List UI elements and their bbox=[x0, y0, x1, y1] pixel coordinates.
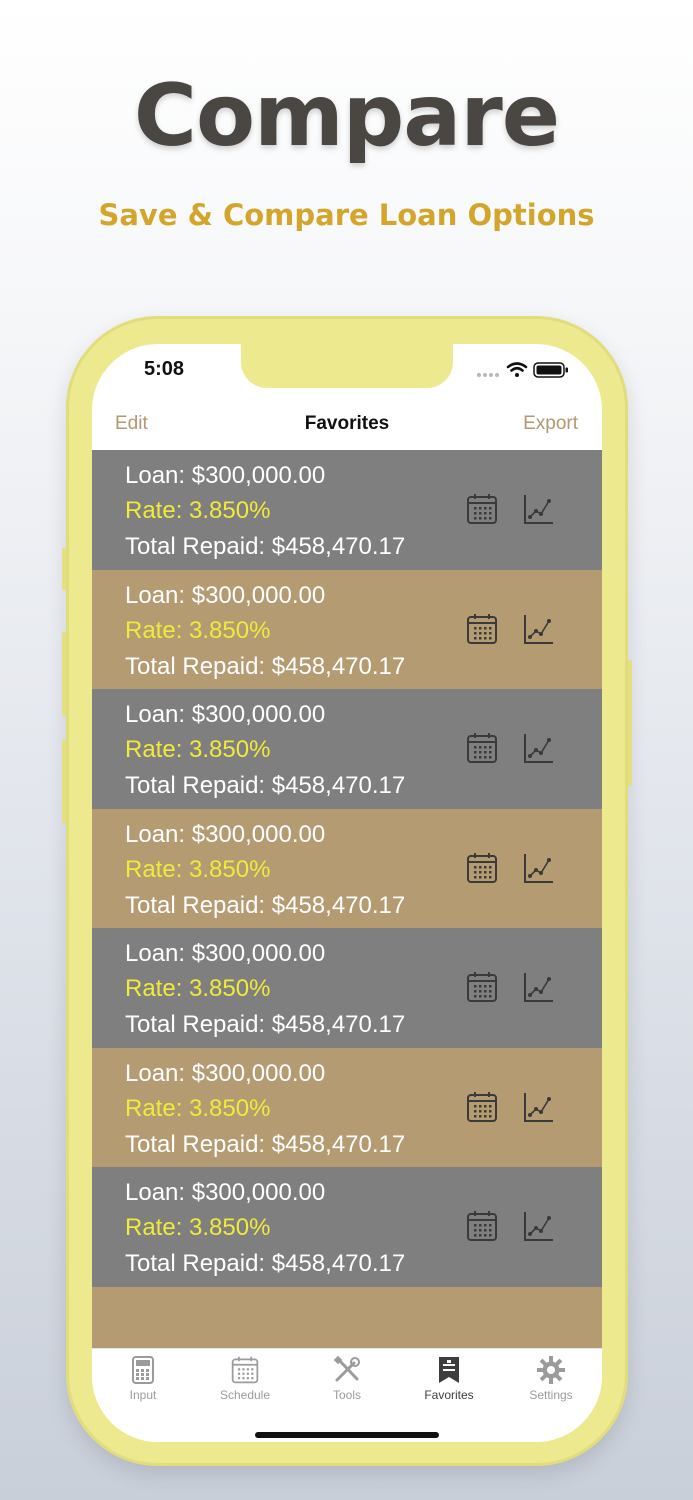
loan-rate: Rate: 3.850% bbox=[125, 497, 271, 524]
tab-label: Input bbox=[129, 1388, 157, 1402]
favorite-row[interactable]: Loan: $300,000.00 Rate: 3.850% Total Rep… bbox=[92, 1047, 602, 1167]
bookmark-icon bbox=[398, 1355, 500, 1385]
navigation-bar: Edit Favorites Export bbox=[92, 400, 602, 450]
loan-rate: Rate: 3.850% bbox=[125, 1214, 271, 1241]
favorite-row[interactable]: Loan: $300,000.00 Rate: 3.850% Total Rep… bbox=[92, 689, 602, 809]
total-repaid: Total Repaid: $458,470.17 bbox=[125, 652, 406, 680]
phone-screen: 5:08 Edit Favorites Export Loan: $300,00… bbox=[92, 344, 602, 1442]
volume-up-button bbox=[62, 632, 66, 716]
gear-icon bbox=[500, 1355, 602, 1385]
total-repaid: Total Repaid: $458,470.17 bbox=[125, 1250, 406, 1277]
loan-amount: Loan: $300,000.00 bbox=[125, 581, 326, 609]
calendar-icon[interactable] bbox=[465, 492, 499, 526]
tab-tools[interactable]: Tools bbox=[296, 1355, 398, 1415]
loan-rate: Rate: 3.850% bbox=[125, 616, 271, 644]
chart-icon[interactable] bbox=[522, 492, 556, 526]
loan-rate: Rate: 3.850% bbox=[125, 736, 271, 763]
favorites-list: Loan: $300,000.00 Rate: 3.850% Total Rep… bbox=[92, 450, 602, 1348]
calendar-icon[interactable] bbox=[465, 970, 499, 1004]
loan-rate: Rate: 3.850% bbox=[125, 975, 271, 1002]
chart-icon[interactable] bbox=[522, 612, 556, 646]
promo-headline: Compare bbox=[133, 66, 560, 166]
battery-icon bbox=[533, 362, 568, 378]
calendar-icon bbox=[194, 1355, 296, 1385]
loan-rate: Rate: 3.850% bbox=[125, 1094, 271, 1122]
calendar-icon[interactable] bbox=[465, 851, 499, 885]
total-repaid: Total Repaid: $458,470.17 bbox=[125, 1011, 406, 1038]
tab-favorites[interactable]: Favorites bbox=[398, 1355, 500, 1415]
calculator-icon bbox=[92, 1355, 194, 1385]
total-repaid: Total Repaid: $458,470.17 bbox=[125, 533, 406, 560]
tab-label: Tools bbox=[332, 1388, 361, 1402]
chart-icon[interactable] bbox=[522, 1209, 556, 1243]
chart-icon[interactable] bbox=[522, 1090, 556, 1124]
export-button[interactable]: Export bbox=[523, 413, 578, 435]
tab-bar: Input Schedule Tools Favorites Settings bbox=[92, 1348, 602, 1442]
calendar-icon[interactable] bbox=[465, 731, 499, 765]
power-button bbox=[628, 660, 632, 786]
loan-amount: Loan: $300,000.00 bbox=[125, 940, 326, 967]
favorite-row[interactable]: Loan: $300,000.00 Rate: 3.850% Total Rep… bbox=[92, 808, 602, 928]
loan-amount: Loan: $300,000.00 bbox=[125, 1059, 326, 1087]
wifi-icon bbox=[506, 362, 528, 377]
calendar-icon[interactable] bbox=[465, 1209, 499, 1243]
home-indicator[interactable] bbox=[255, 1432, 439, 1438]
tab-schedule[interactable]: Schedule bbox=[194, 1355, 296, 1415]
chart-icon[interactable] bbox=[522, 851, 556, 885]
favorite-row[interactable]: Loan: $300,000.00 Rate: 3.850% Total Rep… bbox=[92, 450, 602, 570]
favorite-row[interactable]: Loan: $300,000.00 Rate: 3.850% Total Rep… bbox=[92, 1167, 602, 1287]
calendar-icon[interactable] bbox=[465, 1090, 499, 1124]
total-repaid: Total Repaid: $458,470.17 bbox=[125, 1130, 406, 1158]
promo-subheadline: Save & Compare Loan Options bbox=[98, 198, 595, 232]
tab-label: Settings bbox=[529, 1388, 573, 1402]
tools-icon bbox=[296, 1355, 398, 1385]
chart-icon[interactable] bbox=[522, 731, 556, 765]
calendar-icon[interactable] bbox=[465, 612, 499, 646]
tab-label: Schedule bbox=[219, 1388, 271, 1402]
tab-input[interactable]: Input bbox=[92, 1355, 194, 1415]
signal-icon bbox=[477, 373, 499, 377]
loan-amount: Loan: $300,000.00 bbox=[125, 820, 326, 848]
favorite-row[interactable]: Loan: $300,000.00 Rate: 3.850% Total Rep… bbox=[92, 928, 602, 1048]
status-icons bbox=[476, 360, 572, 380]
favorite-row[interactable]: Loan: $300,000.00 Rate: 3.850% Total Rep… bbox=[92, 569, 602, 689]
tab-label: Favorites bbox=[424, 1388, 474, 1402]
loan-rate: Rate: 3.850% bbox=[125, 855, 271, 883]
loan-amount: Loan: $300,000.00 bbox=[125, 462, 326, 489]
loan-amount: Loan: $300,000.00 bbox=[125, 701, 326, 728]
chart-icon[interactable] bbox=[522, 970, 556, 1004]
total-repaid: Total Repaid: $458,470.17 bbox=[125, 891, 406, 919]
total-repaid: Total Repaid: $458,470.17 bbox=[125, 772, 406, 799]
notch bbox=[241, 344, 453, 388]
tab-settings[interactable]: Settings bbox=[500, 1355, 602, 1415]
volume-down-button bbox=[62, 740, 66, 824]
status-time: 5:08 bbox=[144, 358, 185, 380]
mute-switch bbox=[62, 548, 66, 590]
loan-amount: Loan: $300,000.00 bbox=[125, 1179, 326, 1206]
